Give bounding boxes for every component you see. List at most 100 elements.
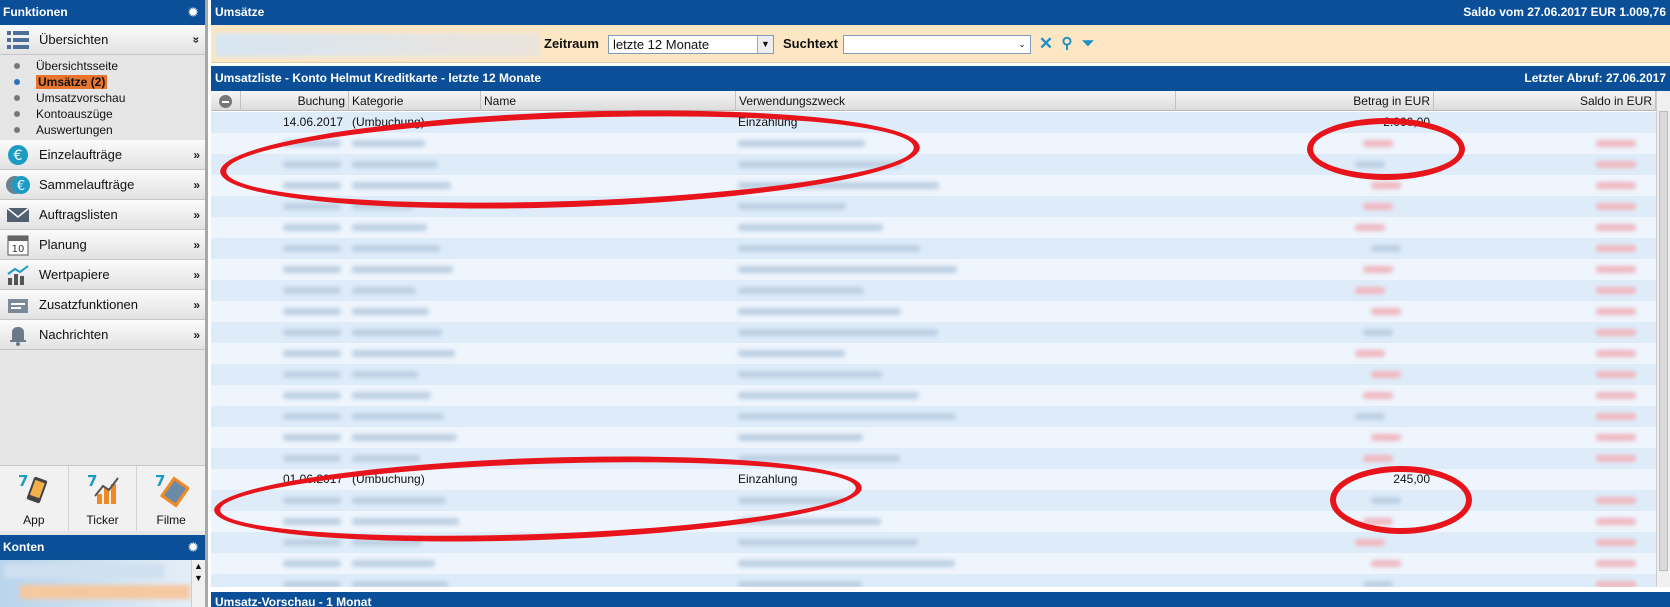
account-scrollbar[interactable]: ▲ ▼ (191, 560, 205, 607)
list-scrollbar[interactable] (1656, 91, 1670, 587)
chevron-right-icon[interactable]: » (193, 140, 200, 170)
blurred-cell (738, 308, 901, 315)
blurred-table-row[interactable] (211, 406, 1656, 427)
blurred-cell (1596, 140, 1636, 147)
blurred-table-row[interactable] (211, 343, 1656, 364)
subnav-item-umsaetze[interactable]: Umsätze (2) (0, 74, 205, 90)
subnav-item-kontoauszuege[interactable]: Kontoauszüge (0, 106, 205, 122)
last-fetch-text: Letzter Abruf: 27.06.2017 (1524, 71, 1666, 85)
clear-icon[interactable]: ✕ (1037, 34, 1055, 54)
bullet-icon (14, 63, 20, 69)
filter-icon[interactable]: ⏷ (1079, 34, 1097, 54)
card-icon (8, 299, 28, 313)
blurred-table-row[interactable] (211, 385, 1656, 406)
blurred-cell (283, 371, 341, 378)
nav-group-planung[interactable]: 10 Planung » (0, 230, 205, 260)
app-label: App (23, 513, 45, 527)
chevron-right-icon[interactable]: » (193, 200, 200, 230)
blurred-cell (352, 392, 431, 399)
cell-buchung: 14.06.2017 (283, 115, 344, 129)
transaction-list-header: Umsatzliste - Konto Helmut Kreditkarte -… (211, 66, 1670, 91)
bullet-icon (14, 95, 20, 101)
column-buchung[interactable]: Buchung (241, 91, 349, 111)
column-verwendungszweck[interactable]: Verwendungszweck (736, 91, 1176, 111)
blurred-cell (1363, 203, 1393, 210)
ticker-app-icon: 7 (87, 472, 119, 504)
nav-group-label: Übersichten (39, 32, 109, 47)
svg-text:7: 7 (87, 472, 97, 490)
blurred-account-row[interactable] (20, 585, 190, 599)
nav-group-wertpapiere[interactable]: Wertpapiere » (0, 260, 205, 290)
blurred-cell (1371, 560, 1401, 567)
blurred-account-selector[interactable] (215, 33, 540, 57)
nav-group-label: Auftragslisten (39, 207, 118, 222)
blurred-cell (352, 350, 455, 357)
collapse-column[interactable] (211, 91, 241, 111)
blurred-account-row[interactable] (4, 564, 164, 578)
dropdown-arrow-icon[interactable]: ▼ (757, 36, 773, 53)
subnav-item-auswertungen[interactable]: Auswertungen (0, 122, 205, 138)
blurred-table-row[interactable] (211, 322, 1656, 343)
blurred-cell (1596, 392, 1636, 399)
blurred-cell (352, 413, 444, 420)
search-icon[interactable]: ⚲ (1058, 34, 1076, 54)
blurred-table-row[interactable] (211, 280, 1656, 301)
blurred-cell (1596, 266, 1636, 273)
app-label: Ticker (86, 513, 119, 527)
subnav-item-uebersichtsseite[interactable]: Übersichtsseite (0, 58, 205, 74)
nav-group-einzelauftraege[interactable]: € Einzelaufträge » (0, 140, 205, 170)
list-icon (7, 31, 29, 49)
gear-icon[interactable]: ✹ (187, 535, 199, 560)
preview-title: Umsatz-Vorschau - 1 Monat (215, 595, 372, 607)
gear-icon[interactable]: ✹ (187, 0, 199, 25)
nav-group-auftragslisten[interactable]: Auftragslisten » (0, 200, 205, 230)
blurred-table-row[interactable] (211, 301, 1656, 322)
nav-group-label: Planung (39, 237, 87, 252)
nav-group-nachrichten[interactable]: Nachrichten » (0, 320, 205, 350)
app-shortcut-app[interactable]: 7 App (0, 466, 69, 531)
blurred-table-row[interactable] (211, 238, 1656, 259)
chevron-right-icon[interactable]: » (193, 260, 200, 290)
nav-group-sammelauftraege[interactable]: € Sammelaufträge » (0, 170, 205, 200)
column-saldo[interactable]: Saldo in EUR (1434, 91, 1656, 111)
app-shortcut-filme[interactable]: 7 Filme (137, 466, 205, 531)
suchtext-input[interactable]: ⌄ (843, 35, 1031, 54)
collapse-icon[interactable] (219, 95, 232, 108)
column-kategorie[interactable]: Kategorie (349, 91, 481, 111)
blurred-cell (1371, 434, 1401, 441)
blurred-table-row[interactable] (211, 217, 1656, 238)
blurred-cell (352, 308, 429, 315)
chevron-right-icon[interactable]: » (193, 170, 200, 200)
blurred-cell (1363, 392, 1393, 399)
zeitraum-select[interactable]: letzte 12 Monate ▼ (608, 35, 774, 54)
chevron-down-icon[interactable]: ⌄ (1014, 36, 1030, 53)
blurred-cell (1371, 182, 1401, 189)
preview-panel-header: Umsatz-Vorschau - 1 Monat (211, 592, 1670, 607)
blurred-cell (738, 203, 846, 210)
euro-icon: € (8, 145, 28, 165)
chevron-right-icon[interactable]: » (193, 230, 200, 260)
nav-group-zusatzfunktionen[interactable]: Zusatzfunktionen » (0, 290, 205, 320)
blurred-cell (1596, 455, 1636, 462)
blurred-table-row[interactable] (211, 259, 1656, 280)
blurred-cell (1596, 413, 1636, 420)
blurred-table-row[interactable] (211, 427, 1656, 448)
chevron-right-icon[interactable]: » (193, 290, 200, 320)
chevron-down-icon[interactable]: » (182, 37, 212, 44)
konten-panel: Konten ✹ ▲ ▼ (0, 535, 205, 607)
blurred-table-row[interactable] (211, 574, 1656, 587)
app-shortcut-ticker[interactable]: 7 Ticker (69, 466, 138, 531)
functions-title: Funktionen (3, 5, 68, 19)
blurred-cell (1596, 203, 1636, 210)
blurred-table-row[interactable] (211, 553, 1656, 574)
subnav-item-umsatzvorschau[interactable]: Umsatzvorschau (0, 90, 205, 106)
blurred-cell (1596, 371, 1636, 378)
column-betrag[interactable]: Betrag in EUR (1176, 91, 1434, 111)
chart-icon (7, 265, 29, 285)
blurred-table-row[interactable] (211, 364, 1656, 385)
scrollbar-thumb[interactable] (1659, 111, 1668, 571)
chevron-right-icon[interactable]: » (193, 320, 200, 350)
nav-group-uebersichten[interactable]: Übersichten » (0, 25, 205, 55)
blurred-cell (1355, 287, 1385, 294)
column-name[interactable]: Name (481, 91, 736, 111)
